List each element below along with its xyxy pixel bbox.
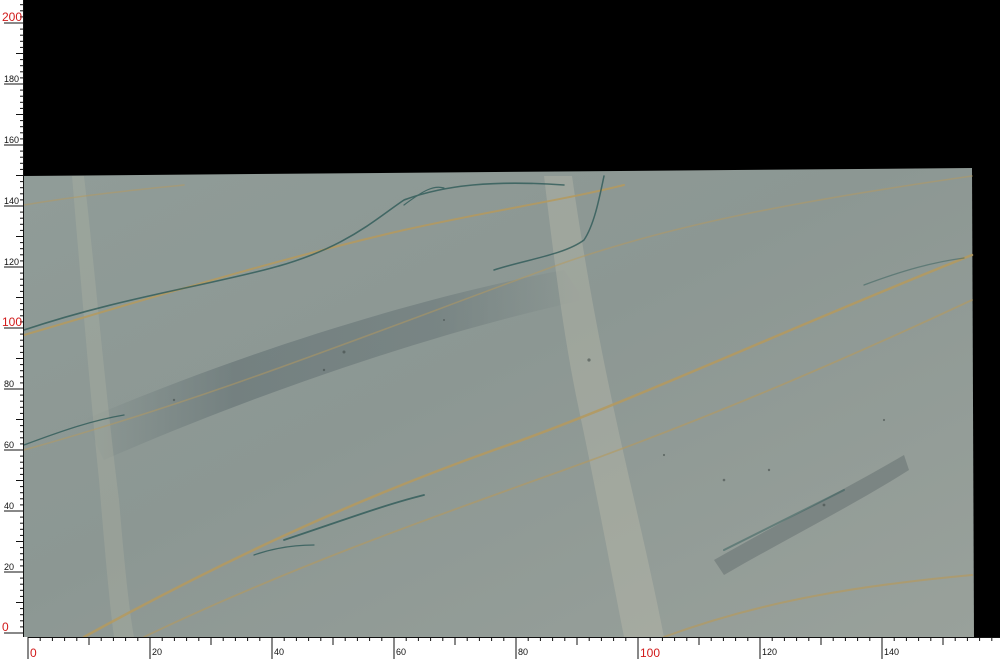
y-tick-label: 60 [4, 440, 14, 450]
slab-viewer: 0 20 40 60 80 100 120 140 160 180 200 0 20 40 60 80 100… [0, 0, 1000, 662]
y-tick-label: 20 [4, 562, 14, 572]
vertical-ruler: 0 20 40 60 80 100 120 140 160 180 200 [0, 0, 24, 637]
y-tick-label: 80 [4, 379, 14, 389]
x-tick-label: 140 [884, 647, 899, 657]
x-tick-label: 40 [274, 647, 284, 657]
x-tick-label: 60 [396, 647, 406, 657]
y-tick-label: 200 [2, 10, 22, 24]
photo-background [24, 0, 1000, 637]
y-tick-label: 160 [4, 135, 19, 145]
x-tick-label: 0 [30, 646, 37, 660]
y-tick-label: 40 [4, 501, 14, 511]
x-tick-label: 120 [762, 647, 777, 657]
x-tick-label: 20 [152, 647, 162, 657]
y-tick-label: 180 [4, 74, 19, 84]
y-tick-label: 100 [2, 315, 22, 329]
x-tick-label: 100 [640, 646, 660, 660]
marble-slab-image [24, 168, 974, 637]
y-tick-label: 120 [4, 257, 19, 267]
y-tick-label: 140 [4, 196, 19, 206]
y-tick-label: 0 [2, 620, 9, 634]
horizontal-ruler: 0204060801001201401601802002202402602803… [0, 637, 1000, 662]
x-tick-label: 80 [518, 647, 528, 657]
